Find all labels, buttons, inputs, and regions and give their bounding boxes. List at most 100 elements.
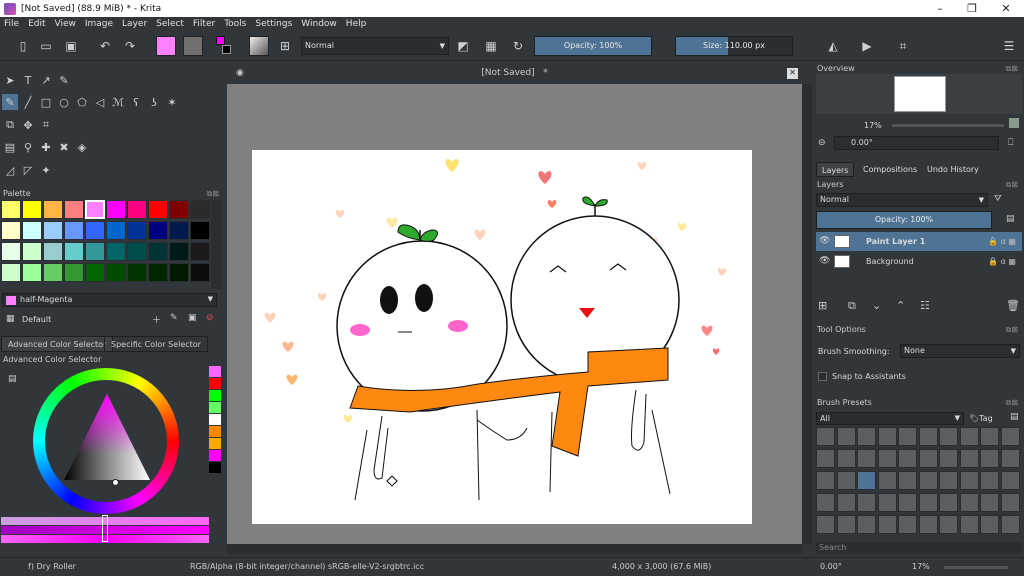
menu-edit[interactable]: Edit <box>28 19 45 29</box>
undo-icon[interactable]: ↶ <box>96 37 114 55</box>
palette-swatch[interactable] <box>106 221 126 240</box>
palette-swatch[interactable] <box>22 221 42 240</box>
pattern-swatch[interactable] <box>183 36 203 56</box>
brush-preset-thumb[interactable] <box>980 515 999 534</box>
mirror-view-icon[interactable]: ⎕ <box>1008 138 1013 148</box>
brush-preset-thumb[interactable] <box>1000 427 1020 446</box>
menu-select[interactable]: Select <box>156 19 184 29</box>
palette-swatch[interactable] <box>43 221 63 240</box>
overview-thumbnail[interactable] <box>894 76 946 112</box>
palette-swatch[interactable] <box>64 221 84 240</box>
palette-swatch[interactable] <box>169 200 189 219</box>
brush-preset-thumb[interactable] <box>877 471 897 490</box>
palette-swatch[interactable] <box>106 242 126 261</box>
background-color-swatch[interactable] <box>222 45 231 54</box>
color-cursor[interactable] <box>112 479 119 486</box>
palette-swatch[interactable] <box>85 263 105 282</box>
tag-button[interactable]: 🏷Tag <box>969 412 1001 425</box>
smart-patch-icon[interactable]: ✚ <box>38 139 54 155</box>
brush-preset-thumb[interactable] <box>1000 449 1020 468</box>
brush-preset-thumb[interactable] <box>857 471 876 490</box>
add-color-icon[interactable]: ＋ <box>152 313 161 326</box>
brush-preset-thumb[interactable] <box>836 449 856 468</box>
brush-preset-thumb[interactable] <box>898 515 917 534</box>
menu-view[interactable]: View <box>55 19 76 29</box>
edit-shapes-icon[interactable]: ↗ <box>38 72 54 88</box>
brush-preset-thumb[interactable] <box>918 427 938 446</box>
polygon-tool-icon[interactable]: ⬠ <box>74 94 90 110</box>
history-swatch[interactable] <box>209 402 221 413</box>
minimize-icon[interactable]: – <box>924 0 956 17</box>
layer-properties-icon[interactable]: ▤ <box>1006 214 1015 224</box>
crop-tool-icon[interactable]: ⌗ <box>38 117 54 133</box>
brush-preset-thumb[interactable] <box>980 493 999 512</box>
palette-swatch[interactable] <box>64 263 84 282</box>
brush-presets-filter[interactable]: All ▼ <box>816 412 964 425</box>
brush-preset-thumb[interactable] <box>857 515 876 534</box>
assistant-tool-icon[interactable]: ◿ <box>2 162 18 178</box>
brush-preset-thumb[interactable] <box>1000 515 1020 534</box>
eye-icon[interactable]: 👁 <box>819 252 830 271</box>
move-up-icon[interactable]: ⌃ <box>896 299 905 312</box>
tab-undo-history[interactable]: Undo History <box>922 162 984 177</box>
colorize-mask-icon[interactable]: ✖ <box>56 139 72 155</box>
multibrush-icon[interactable]: ✶ <box>164 94 180 110</box>
brush-preset-thumb[interactable] <box>898 493 917 512</box>
menu-filter[interactable]: Filter <box>193 19 215 29</box>
close-icon[interactable]: ✕ <box>990 0 1022 17</box>
brush-preset-thumb[interactable] <box>877 427 897 446</box>
color-selector-settings-icon[interactable]: ▤ <box>8 374 17 384</box>
brush-preset-thumb[interactable] <box>816 449 835 468</box>
eraser-icon[interactable]: ◩ <box>454 37 472 55</box>
close-document-icon[interactable]: ✕ <box>787 68 798 79</box>
palette-swatch[interactable] <box>1 200 21 219</box>
history-swatch[interactable] <box>209 426 221 437</box>
brush-preset-thumb[interactable] <box>877 449 897 468</box>
vertical-scrollbar[interactable] <box>802 84 812 544</box>
freehand-path-icon[interactable]: ʕ <box>128 94 144 110</box>
brush-preset-thumb[interactable] <box>836 427 856 446</box>
polyline-tool-icon[interactable]: ◁ <box>92 94 108 110</box>
reference-tool-icon[interactable]: ✦ <box>38 162 54 178</box>
history-swatch[interactable] <box>209 366 221 377</box>
move-down-icon[interactable]: ⌄ <box>872 299 881 312</box>
history-swatch[interactable] <box>209 378 221 389</box>
layer-row-paint-layer-1[interactable]: 👁 Paint Layer 1 🔒 α ▦ <box>816 232 1022 251</box>
layer-blend-select[interactable]: Normal ▼ <box>816 193 988 207</box>
brush-preset-thumb[interactable] <box>877 515 897 534</box>
brush-preset-thumb[interactable] <box>857 449 876 468</box>
menu-image[interactable]: Image <box>85 19 113 29</box>
menu-file[interactable]: File <box>4 19 19 29</box>
slider-cursor[interactable] <box>102 515 108 542</box>
palette-swatch[interactable] <box>106 263 126 282</box>
brush-preset-thumb[interactable] <box>918 515 938 534</box>
layer-lock-icon[interactable]: 🔒 α ▦ <box>988 252 1016 271</box>
brush-preset-thumb[interactable] <box>857 427 876 446</box>
brush-preset-thumb[interactable] <box>898 427 917 446</box>
brush-preset-thumb[interactable] <box>959 493 979 512</box>
snap-checkbox[interactable] <box>818 372 827 381</box>
palette-swatch[interactable] <box>148 263 168 282</box>
brush-preset-thumb[interactable] <box>980 471 999 490</box>
canvas-paper[interactable] <box>252 150 752 524</box>
palette-swatch[interactable] <box>190 263 210 282</box>
history-swatch[interactable] <box>209 414 221 425</box>
brush-preset-thumb[interactable] <box>939 471 958 490</box>
palette-swatch[interactable] <box>43 263 63 282</box>
palette-swatch[interactable] <box>85 242 105 261</box>
presets-menu-icon[interactable]: ▤ <box>1010 412 1019 422</box>
alpha-lock-icon[interactable]: ▦ <box>482 37 500 55</box>
horizontal-scrollbar[interactable] <box>227 544 802 554</box>
dock-float-close-icon[interactable]: ⧉⊠ <box>1006 64 1018 74</box>
delete-color-icon[interactable]: ⊘ <box>206 313 214 323</box>
dock-float-close-icon[interactable]: ⧉⊠ <box>1006 398 1018 408</box>
palette-swatch[interactable] <box>22 242 42 261</box>
eye-icon[interactable]: 👁 <box>819 232 830 251</box>
palette-swatch[interactable] <box>43 242 63 261</box>
add-layer-icon[interactable]: ⊞ <box>818 299 827 312</box>
palette-swatch[interactable] <box>85 200 105 219</box>
layer-row-background[interactable]: 👁 Background 🔒 α ▦ <box>816 252 1022 271</box>
brush-preset-thumb[interactable] <box>836 471 856 490</box>
save-icon[interactable]: ▣ <box>62 37 80 55</box>
brush-preset-thumb[interactable] <box>939 515 958 534</box>
